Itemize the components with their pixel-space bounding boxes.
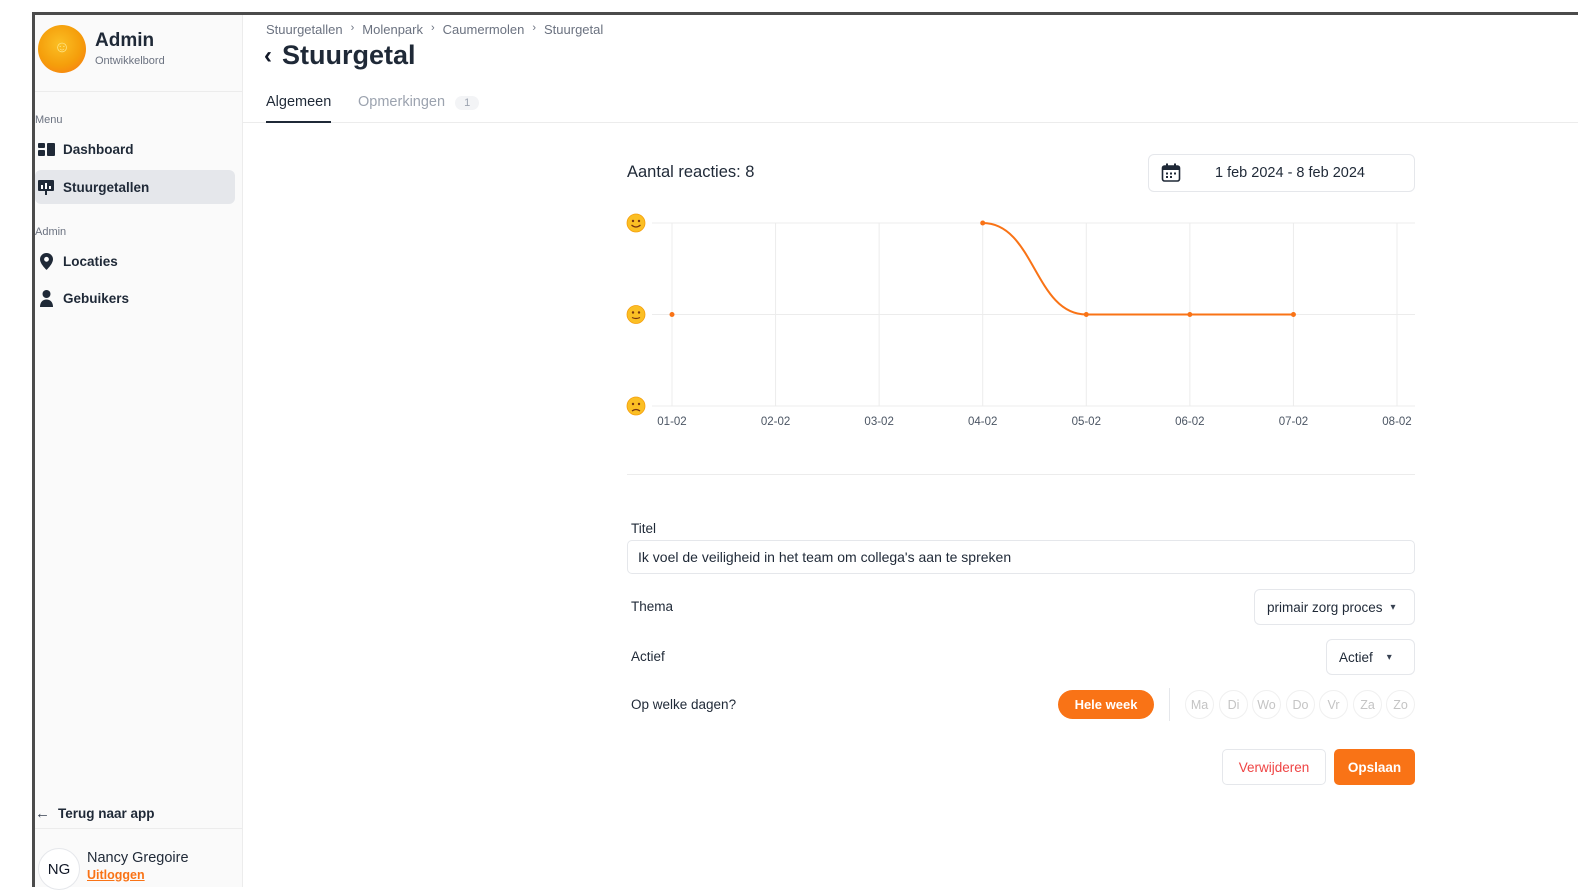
tab-label: Opmerkingen	[358, 94, 446, 110]
user-icon	[37, 289, 55, 307]
back-to-app-link[interactable]: ← Terug naar app	[35, 799, 243, 829]
window-border-top	[32, 12, 1578, 15]
actief-value: Actief	[1339, 649, 1373, 665]
x-tick-label: 07-02	[1279, 416, 1308, 428]
day-toggle-di[interactable]: Di	[1219, 690, 1248, 719]
breadcrumb-item[interactable]: Caumermolen	[443, 22, 525, 37]
breadcrumb: Stuurgetallen › Molenpark › Caumermolen …	[266, 22, 603, 37]
breadcrumb-item: Stuurgetal	[544, 22, 604, 37]
happy-face-icon	[626, 213, 646, 233]
x-tick-label: 06-02	[1175, 416, 1204, 428]
chevron-right-icon: ›	[350, 22, 355, 34]
sidebar-item-label: Stuurgetallen	[63, 179, 150, 195]
page-header: ‹ Stuurgetal	[264, 40, 416, 71]
data-point	[669, 312, 675, 317]
thema-select[interactable]: primair zorg proces ▾	[1254, 589, 1415, 625]
user-name: Nancy Gregoire	[87, 850, 189, 866]
sidebar-item-label: Locaties	[63, 253, 118, 269]
date-range-picker[interactable]: 1 feb 2024 - 8 feb 2024	[1148, 154, 1415, 192]
brand-logo-icon: ☺	[38, 25, 86, 73]
tab-label: Algemeen	[266, 94, 332, 110]
day-toggle-vr[interactable]: Vr	[1319, 690, 1348, 719]
sidebar-item-locaties[interactable]: Locaties	[35, 244, 235, 278]
day-toggle-za[interactable]: Za	[1353, 690, 1382, 719]
page-title: Stuurgetal	[282, 40, 416, 70]
data-point	[1083, 312, 1089, 317]
chevron-down-icon: ▾	[1386, 651, 1392, 663]
title-field-label: Titel	[631, 521, 657, 536]
reactions-chart: 01-02 02-02 03-02 04-02 05-02 06-02 07-02 08-02	[626, 213, 1415, 428]
neutral-face-icon	[626, 305, 646, 324]
app-window: ☺ Admin Ontwikkelbord Menu Dashboard Stu…	[0, 0, 1578, 890]
dashboard-icon	[37, 140, 55, 158]
arrow-left-icon: ←	[35, 805, 50, 822]
neutral-face-eye	[637, 311, 641, 314]
x-tick-label: 08-02	[1382, 416, 1411, 428]
date-range-label: 1 feb 2024 - 8 feb 2024	[1215, 165, 1365, 181]
title-input[interactable]: Ik voel de veiligheid in het team om col…	[627, 540, 1415, 574]
calendar-icon	[1161, 163, 1181, 182]
sidebar-item-gebruikers[interactable]: Gebuikers	[35, 281, 235, 315]
x-tick-label: 05-02	[1072, 416, 1101, 428]
admin-section-label: Admin	[35, 226, 67, 238]
delete-button[interactable]: Verwijderen	[1222, 749, 1326, 785]
divider	[627, 474, 1415, 475]
user-panel: NG Nancy Gregoire Uitloggen	[35, 830, 243, 890]
sad-face-icon	[626, 396, 646, 416]
x-tick-label: 01-02	[657, 416, 686, 428]
data-point	[980, 220, 986, 226]
x-tick-label: 03-02	[864, 416, 893, 428]
chevron-down-icon: ▾	[1390, 601, 1396, 613]
sidebar-item-stuurgetallen[interactable]: Stuurgetallen	[35, 170, 235, 204]
day-toggle-wo[interactable]: Wo	[1252, 690, 1281, 719]
chevron-right-icon: ›	[431, 22, 435, 34]
data-point	[1290, 312, 1296, 317]
brand-subtitle: Ontwikkelbord	[95, 55, 165, 67]
reactions-count: Aantal reacties: 8	[627, 163, 755, 181]
location-pin-icon	[37, 252, 55, 270]
day-toggle-do[interactable]: Do	[1286, 690, 1315, 719]
avatar[interactable]: NG	[38, 848, 80, 890]
whole-week-button[interactable]: Hele week	[1058, 690, 1154, 719]
neutral-face-eye	[631, 311, 635, 314]
happy-face-eye	[637, 219, 641, 223]
count-badge: 1	[455, 96, 480, 110]
day-toggle-ma[interactable]: Ma	[1185, 690, 1214, 719]
thema-label: Thema	[631, 599, 674, 614]
actief-label: Actief	[631, 649, 665, 664]
chevron-right-icon: ›	[532, 22, 536, 34]
breadcrumb-item[interactable]: Molenpark	[362, 22, 423, 37]
sad-face-eye	[637, 402, 641, 406]
back-chevron-icon[interactable]: ‹	[264, 42, 272, 70]
divider	[1169, 688, 1170, 721]
thema-value: primair zorg proces	[1267, 599, 1383, 615]
tab-bar: Algemeen Opmerkingen 1	[243, 90, 1578, 123]
back-to-app-label: Terug naar app	[58, 806, 155, 821]
day-toggle-zo[interactable]: Zo	[1386, 690, 1415, 719]
sidebar-item-label: Gebuikers	[63, 290, 130, 306]
menu-section-label: Menu	[35, 114, 63, 126]
sidebar: ☺ Admin Ontwikkelbord Menu Dashboard Stu…	[35, 15, 243, 890]
brand-name: Admin	[95, 30, 155, 51]
brand-header: ☺ Admin Ontwikkelbord	[35, 15, 243, 92]
x-tick-label: 02-02	[761, 416, 790, 428]
tab-algemeen[interactable]: Algemeen	[266, 94, 332, 123]
sidebar-item-dashboard[interactable]: Dashboard	[35, 132, 235, 166]
sidebar-item-label: Dashboard	[63, 141, 134, 157]
days-label: Op welke dagen?	[631, 697, 737, 712]
tab-opmerkingen[interactable]: Opmerkingen 1	[358, 94, 480, 123]
breadcrumb-item[interactable]: Stuurgetallen	[266, 22, 343, 37]
series-line	[982, 222, 1294, 316]
save-button[interactable]: Opslaan	[1334, 749, 1415, 785]
logout-link[interactable]: Uitloggen	[87, 868, 145, 882]
happy-face-eye	[631, 219, 635, 223]
actief-select[interactable]: Actief ▾	[1326, 639, 1415, 675]
sad-face-eye	[631, 402, 635, 406]
chart-board-icon	[37, 178, 55, 196]
data-point	[1187, 312, 1193, 317]
x-tick-label: 04-02	[968, 416, 997, 428]
